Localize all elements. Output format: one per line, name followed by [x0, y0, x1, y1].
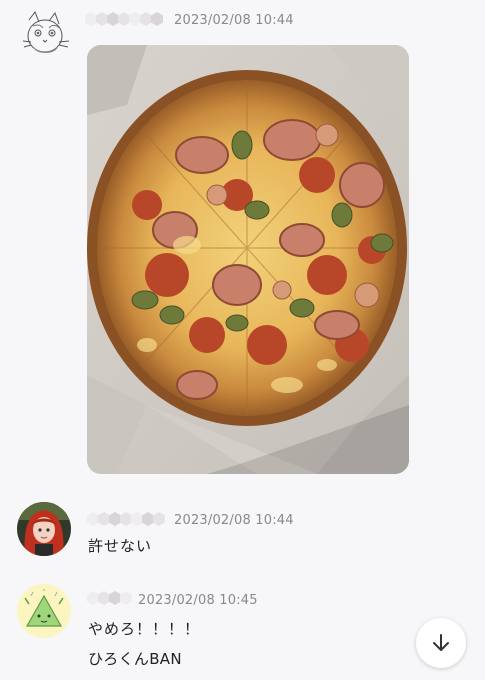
pizza-photo[interactable] [87, 45, 409, 474]
message-text-line: やめろ！！！！ [88, 620, 201, 638]
message-text: 許せない [88, 537, 153, 555]
username-redacted [87, 508, 165, 530]
username-redacted [85, 8, 163, 30]
pizza-image [87, 45, 409, 474]
red-hair-character-icon [17, 502, 71, 556]
message-timestamp: 2023/02/08 10:45 [138, 593, 258, 608]
message-item: 2023/02/08 10:44 [0, 0, 485, 480]
avatar[interactable] [17, 584, 71, 638]
message-item: 2023/02/08 10:45 やめろ！！！！ ひろくんBAN [0, 578, 485, 680]
username-redacted [87, 587, 132, 609]
message-item: 2023/02/08 10:44 許せない [0, 480, 485, 580]
cat-sketch-icon [22, 10, 70, 53]
avatar[interactable] [17, 502, 71, 556]
arrow-down-icon [433, 634, 449, 651]
message-text-line: ひろくんBAN [88, 650, 182, 668]
message-timestamp: 2023/02/08 10:44 [174, 13, 294, 28]
green-triangle-character-icon [17, 584, 71, 638]
avatar[interactable] [19, 8, 73, 62]
message-timestamp: 2023/02/08 10:44 [174, 513, 294, 528]
scroll-to-bottom-button[interactable] [416, 618, 466, 668]
